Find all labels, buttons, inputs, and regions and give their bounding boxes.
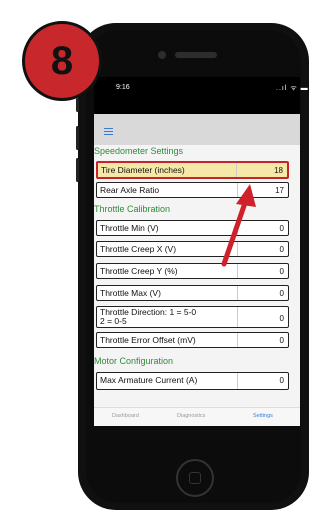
divider <box>237 242 238 256</box>
phone-volume-up-button <box>76 126 79 150</box>
setting-label: Max Armature Current (A) <box>100 375 198 385</box>
status-bar <box>94 77 300 114</box>
setting-label: Throttle Creep X (V) <box>100 244 177 254</box>
setting-row-throttle-direction[interactable]: Throttle Direction: 1 = 5-0 2 = 0-5 0 <box>96 306 289 328</box>
tab-settings[interactable]: Settings <box>253 413 273 419</box>
divider <box>237 264 238 278</box>
step-number: 8 <box>50 39 74 83</box>
throttle-error-offset-input[interactable]: 0 <box>280 336 284 345</box>
divider <box>237 183 238 197</box>
setting-row-throttle-creep-y[interactable]: Throttle Creep Y (%) 0 <box>96 263 289 279</box>
divider <box>237 307 238 327</box>
setting-label: Throttle Creep Y (%) <box>100 266 178 276</box>
setting-label: Throttle Direction: 1 = 5-0 2 = 0-5 <box>100 307 197 326</box>
setting-label: Throttle Error Offset (mV) <box>100 335 196 345</box>
throttle-creep-y-input[interactable]: 0 <box>280 267 284 276</box>
section-title-motor: Motor Configuration <box>94 356 174 366</box>
status-icons: ..ıl ᯤ ▬ <box>276 85 309 92</box>
divider <box>236 163 237 177</box>
status-time: 9:16 <box>116 84 130 91</box>
setting-row-max-armature-current[interactable]: Max Armature Current (A) 0 <box>96 372 289 390</box>
tab-diagnostics[interactable]: Diagnostics <box>177 413 205 419</box>
setting-label: Rear Axle Ratio <box>100 185 160 195</box>
setting-row-rear-axle-ratio[interactable]: Rear Axle Ratio 17 <box>96 182 289 198</box>
rear-axle-ratio-input[interactable]: 17 <box>275 186 284 195</box>
divider <box>237 286 238 300</box>
nav-bar <box>94 114 300 145</box>
menu-icon[interactable] <box>104 128 113 135</box>
divider <box>237 221 238 235</box>
setting-row-tire-diameter[interactable]: Tire Diameter (inches) 18 <box>96 161 289 179</box>
setting-label: Throttle Max (V) <box>100 288 161 298</box>
setting-row-throttle-creep-x[interactable]: Throttle Creep X (V) 0 <box>96 241 289 257</box>
tire-diameter-input[interactable]: 18 <box>274 166 283 175</box>
section-title-throttle: Throttle Calibration <box>94 204 171 214</box>
setting-row-throttle-error-offset[interactable]: Throttle Error Offset (mV) 0 <box>96 332 289 348</box>
home-square-icon <box>189 472 201 484</box>
throttle-max-input[interactable]: 0 <box>280 289 284 298</box>
front-camera-icon <box>158 51 166 59</box>
setting-row-throttle-min[interactable]: Throttle Min (V) 0 <box>96 220 289 236</box>
phone-volume-down-button <box>76 158 79 182</box>
throttle-min-input[interactable]: 0 <box>280 224 284 233</box>
divider <box>237 373 238 389</box>
throttle-creep-x-input[interactable]: 0 <box>280 245 284 254</box>
tab-dashboard[interactable]: Dashboard <box>112 413 139 419</box>
throttle-direction-input[interactable]: 0 <box>280 314 284 323</box>
setting-label: Throttle Min (V) <box>100 223 159 233</box>
section-title-speedometer: Speedometer Settings <box>94 146 184 156</box>
divider <box>237 333 238 347</box>
setting-row-throttle-max[interactable]: Throttle Max (V) 0 <box>96 285 289 301</box>
max-armature-current-input[interactable]: 0 <box>280 376 284 385</box>
earpiece-speaker <box>175 52 217 58</box>
setting-label: Tire Diameter (inches) <box>101 165 185 175</box>
